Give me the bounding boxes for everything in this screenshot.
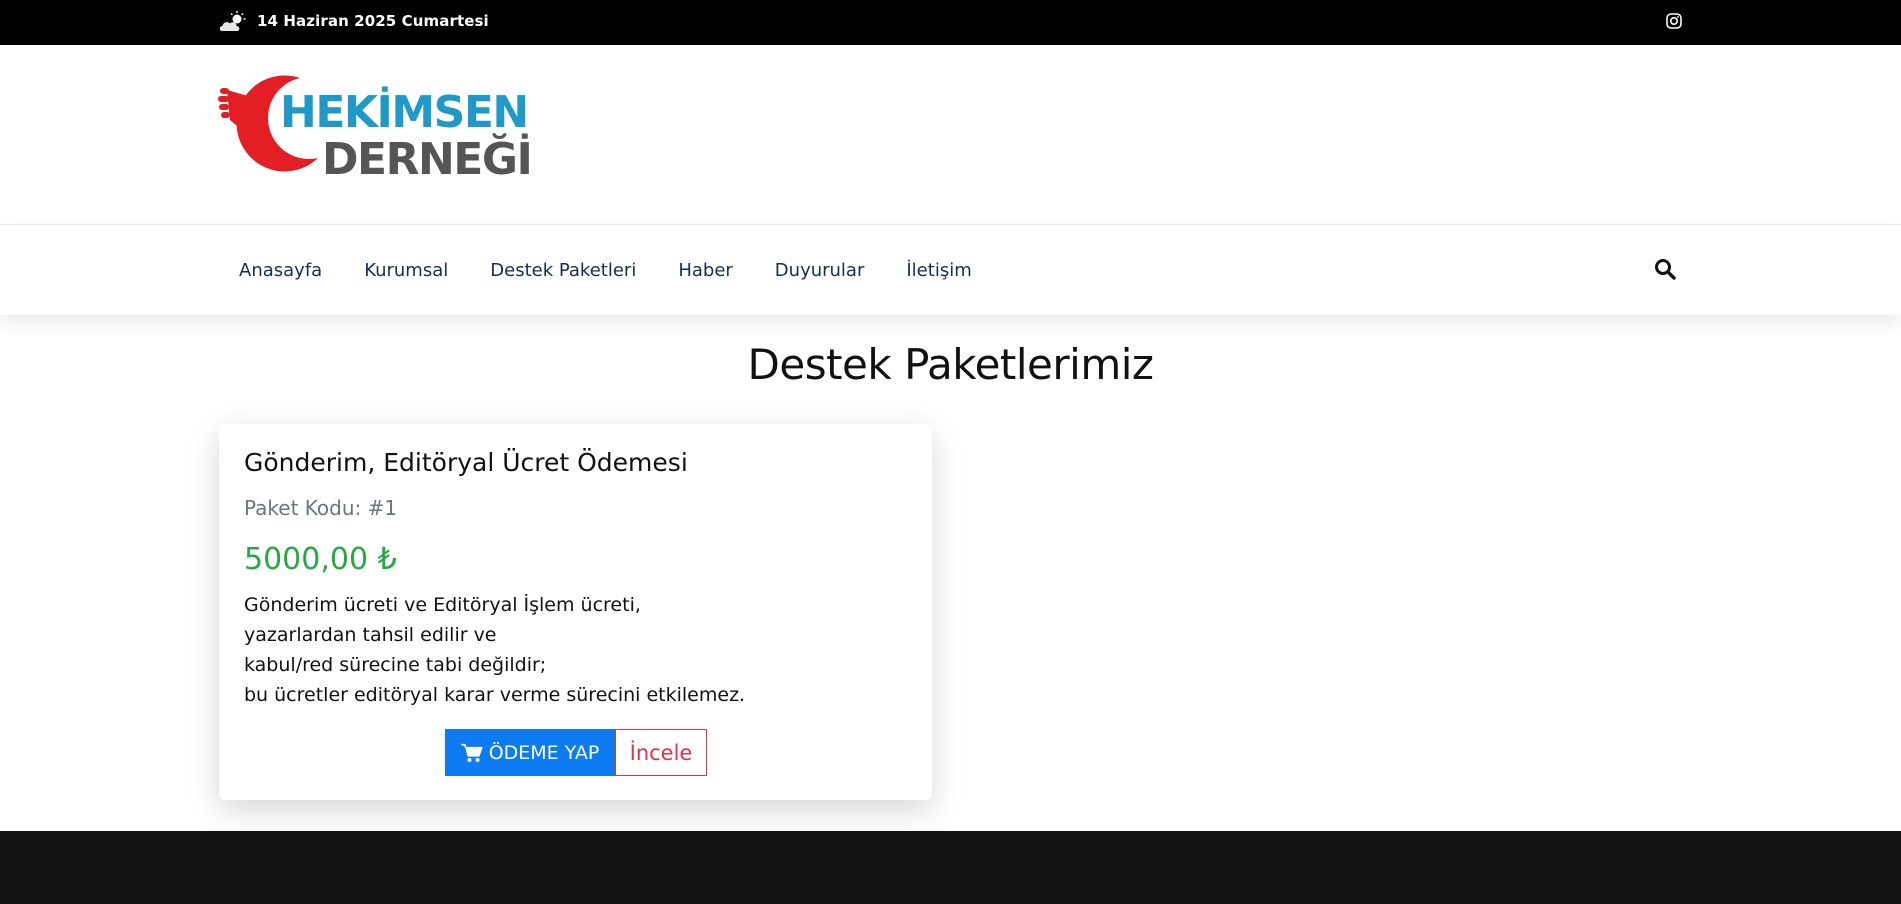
description-line: kabul/red sürecine tabi değildir; (244, 654, 547, 676)
logo-text-line2: DERNEĞİ (322, 134, 533, 185)
description-line: yazarlardan tahsil edilir ve (244, 624, 497, 646)
nav-item-iletisim[interactable]: İletişim (885, 260, 992, 281)
inspect-button[interactable]: İncele (615, 729, 707, 776)
page-title: Destek Paketlerimiz (747, 340, 1154, 389)
search-icon[interactable] (1654, 258, 1676, 280)
site-footer (0, 831, 1901, 904)
nav-item-haber[interactable]: Haber (657, 260, 753, 281)
description-line: Gönderim ücreti ve Editöryal İşlem ücret… (244, 594, 641, 616)
logo-text-line1: HEKİMSEN (280, 87, 529, 138)
pay-button-label: ÖDEME YAP (488, 741, 600, 764)
package-description: Gönderim ücreti ve Editöryal İşlem ücret… (244, 590, 745, 710)
nav-item-destek-paketleri[interactable]: Destek Paketleri (469, 260, 657, 281)
package-card: Gönderim, Editöryal Ücret Ödemesi Paket … (219, 424, 932, 800)
instagram-icon[interactable] (1666, 13, 1682, 29)
main-nav: Anasayfa Kurumsal Destek Paketleri Haber… (0, 225, 1901, 315)
pay-button[interactable]: ÖDEME YAP (445, 729, 615, 776)
current-date: 14 Haziran 2025 Cumartesi (257, 12, 489, 30)
package-title: Gönderim, Editöryal Ücret Ödemesi (244, 448, 688, 477)
package-actions: ÖDEME YAP İncele (445, 729, 707, 776)
nav-item-anasayfa[interactable]: Anasayfa (218, 260, 343, 281)
cart-icon (460, 743, 483, 762)
package-code: Paket Kodu: #1 (244, 496, 398, 520)
site-logo[interactable]: HEKİMSEN DERNEĞİ (218, 70, 538, 185)
weather-cloud-sun-icon (219, 11, 246, 31)
top-bar: 14 Haziran 2025 Cumartesi (0, 0, 1901, 45)
nav-item-kurumsal[interactable]: Kurumsal (343, 260, 469, 281)
nav-item-duyurular[interactable]: Duyurular (754, 260, 886, 281)
package-price: 5000,00 ₺ (244, 542, 397, 577)
description-line: bu ücretler editöryal karar verme süreci… (244, 684, 746, 706)
